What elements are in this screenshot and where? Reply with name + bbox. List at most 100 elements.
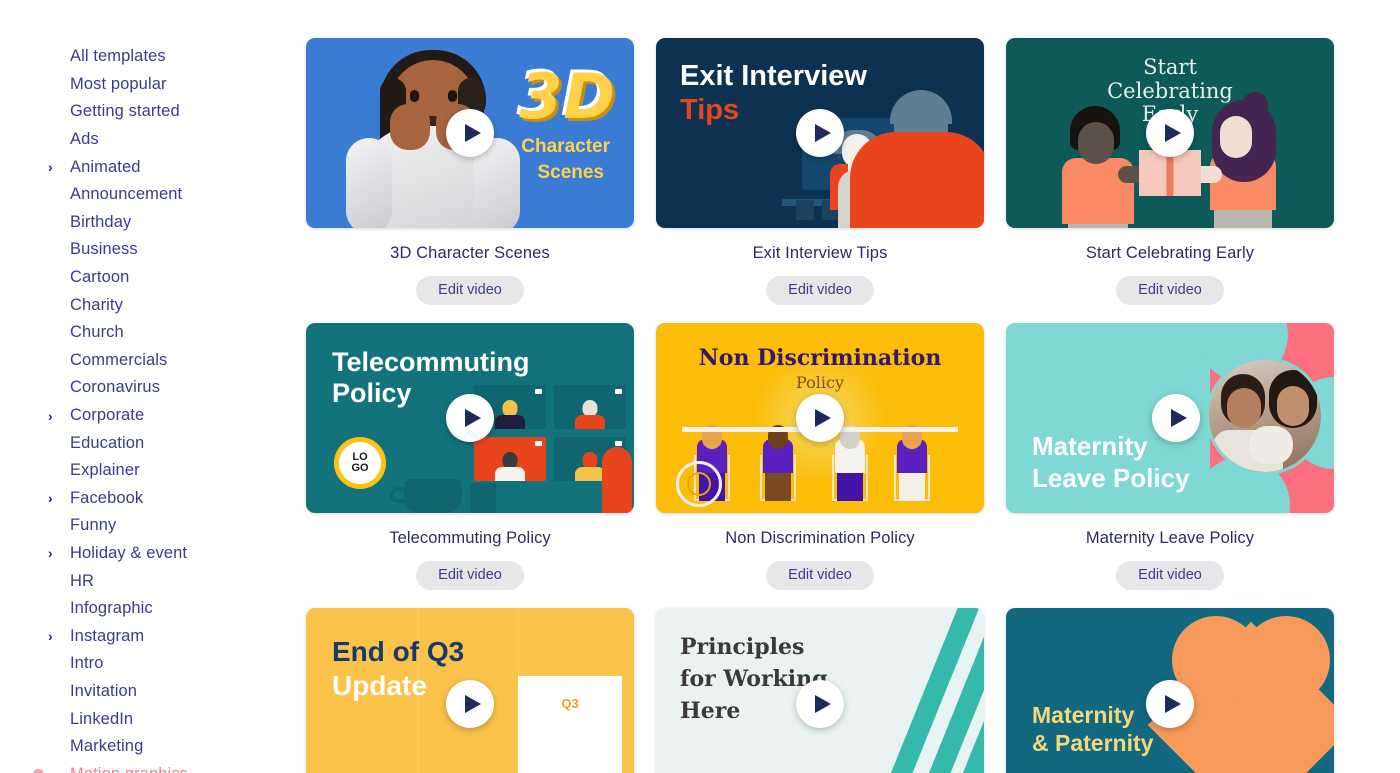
sidebar-item-label: Animated xyxy=(70,157,141,176)
camera-dot-icon xyxy=(535,441,542,446)
template-thumbnail-maternity-leave-policy[interactable]: Maternity Leave Policy xyxy=(1006,323,1334,513)
person-legs xyxy=(899,471,925,501)
play-icon[interactable] xyxy=(1152,394,1200,442)
template-thumbnail-start-celebrating-early[interactable]: Start Celebrating Early xyxy=(1006,38,1334,228)
play-icon[interactable] xyxy=(446,109,494,157)
thumb-line-3: Here xyxy=(680,698,741,724)
sidebar-item-intro[interactable]: Intro xyxy=(0,650,290,678)
sidebar-item-invitation[interactable]: Invitation xyxy=(0,678,290,706)
character-hand-left xyxy=(390,104,430,150)
wheelchair-hub xyxy=(687,472,711,496)
template-card: Q3 End of Q3 Update End of Q3 Update Edi… xyxy=(306,608,634,773)
play-icon[interactable] xyxy=(446,680,494,728)
sidebar-item-most-popular[interactable]: Most popular xyxy=(0,71,290,99)
photo-baby xyxy=(1249,426,1293,464)
document-panel xyxy=(518,676,622,773)
document-label: Q3 xyxy=(561,696,579,711)
sidebar-item-announcement[interactable]: Announcement xyxy=(0,181,290,209)
logo-badge-line-2: GO xyxy=(351,462,369,474)
sidebar-item-infographic[interactable]: Infographic xyxy=(0,595,290,623)
sidebar-item-church[interactable]: Church xyxy=(0,319,290,347)
sidebar-item-label: Invitation xyxy=(70,681,138,700)
call-tile-body xyxy=(575,467,605,481)
sidebar-item-label: Getting started xyxy=(70,102,180,121)
sidebar-item-explainer[interactable]: Explainer xyxy=(0,457,290,485)
chevron-right-icon[interactable]: › xyxy=(48,160,53,174)
sidebar-item-charity[interactable]: Charity xyxy=(0,291,290,319)
template-thumbnail-principles-for-working-here[interactable]: Principles for Working Here xyxy=(656,608,984,773)
sidebar-item-label: All templates xyxy=(70,47,166,66)
template-thumbnail-exit-interview-tips[interactable]: Exit Interview Tips xyxy=(656,38,984,228)
active-dot-icon xyxy=(33,768,44,773)
template-thumbnail-end-of-q3-update[interactable]: Q3 End of Q3 Update xyxy=(306,608,634,773)
edit-video-button[interactable]: Edit video xyxy=(766,561,874,590)
sidebar-item-label: Facebook xyxy=(70,488,144,507)
thumb-subline-1: Character xyxy=(521,136,610,157)
play-icon[interactable] xyxy=(1146,109,1194,157)
person-legs xyxy=(765,471,791,501)
sidebar-item-label: Announcement xyxy=(70,185,183,204)
sidebar-item-label: Education xyxy=(70,433,145,452)
play-icon[interactable] xyxy=(1146,680,1194,728)
sidebar-item-instagram[interactable]: › Instagram xyxy=(0,622,290,650)
sidebar-item-corporate[interactable]: › Corporate xyxy=(0,402,290,430)
sidebar-item-getting-started[interactable]: Getting started xyxy=(0,98,290,126)
logo-badge: LO GO xyxy=(334,437,386,489)
edit-button-wrap: Edit video xyxy=(656,561,984,590)
photo-parent-1-face xyxy=(1227,388,1261,428)
sidebar-item-business[interactable]: Business xyxy=(0,236,290,264)
interviewee-body xyxy=(850,132,984,228)
sidebar-item-funny[interactable]: Funny xyxy=(0,512,290,540)
play-icon[interactable] xyxy=(446,394,494,442)
sidebar-item-label: Corporate xyxy=(70,406,145,425)
template-thumbnail-telecommuting-policy[interactable]: Telecommuting Policy LO GO xyxy=(306,323,634,513)
sidebar-item-ads[interactable]: Ads xyxy=(0,126,290,154)
call-tile-body xyxy=(495,415,525,429)
template-grid-area: 3D Character Scenes 3D Character Scenes … xyxy=(290,0,1400,773)
sidebar-item-all-templates[interactable]: All templates xyxy=(0,43,290,71)
sidebar-item-motion-graphics[interactable]: Motion graphics xyxy=(0,760,290,773)
play-icon[interactable] xyxy=(796,680,844,728)
play-icon[interactable] xyxy=(796,394,844,442)
chevron-right-icon[interactable]: › xyxy=(48,629,53,643)
call-tile-body xyxy=(495,467,525,481)
sidebar-item-label: Explainer xyxy=(70,461,140,480)
sidebar-item-animated[interactable]: › Animated xyxy=(0,153,290,181)
template-grid: 3D Character Scenes 3D Character Scenes … xyxy=(306,38,1334,773)
edit-video-button[interactable]: Edit video xyxy=(416,561,524,590)
thumb-line-1: Principles xyxy=(680,634,805,660)
sidebar-item-hr[interactable]: HR xyxy=(0,567,290,595)
template-thumbnail-non-discrimination-policy[interactable]: Non Discrimination Policy xyxy=(656,323,984,513)
sidebar-item-label: Cartoon xyxy=(70,268,130,287)
sidebar-item-birthday[interactable]: Birthday xyxy=(0,209,290,237)
edit-video-button[interactable]: Edit video xyxy=(766,276,874,305)
edit-video-button[interactable]: Edit video xyxy=(1116,276,1224,305)
thumb-line-2: Policy xyxy=(332,378,412,408)
template-thumbnail-maternity-paternity[interactable]: Maternity & Paternity xyxy=(1006,608,1334,773)
template-thumbnail-3d-character-scenes[interactable]: 3D Character Scenes xyxy=(306,38,634,228)
thumb-line-2: Tips xyxy=(680,94,740,126)
chevron-right-icon[interactable]: › xyxy=(48,409,53,423)
sidebar-item-linkedin[interactable]: LinkedIn xyxy=(0,705,290,733)
sidebar-item-education[interactable]: Education xyxy=(0,429,290,457)
sidebar-item-cartoon[interactable]: Cartoon xyxy=(0,264,290,292)
sidebar-item-coronavirus[interactable]: Coronavirus xyxy=(0,374,290,402)
template-card: 3D Character Scenes 3D Character Scenes … xyxy=(306,38,634,305)
play-icon[interactable] xyxy=(796,109,844,157)
edit-video-button[interactable]: Edit video xyxy=(1116,561,1224,590)
sidebar-item-marketing[interactable]: Marketing xyxy=(0,733,290,761)
edit-video-button[interactable]: Edit video xyxy=(416,276,524,305)
template-card: Non Discrimination Policy Non Discrimina… xyxy=(656,323,984,590)
plant-shape xyxy=(796,200,814,220)
sidebar-item-commercials[interactable]: Commercials xyxy=(0,347,290,375)
chevron-right-icon[interactable]: › xyxy=(48,546,53,560)
sidebar-item-facebook[interactable]: › Facebook xyxy=(0,485,290,513)
template-card: Maternity & Paternity Maternity & Patern… xyxy=(1006,608,1334,773)
sidebar-item-label: Holiday & event xyxy=(70,543,188,562)
edit-button-wrap: Edit video xyxy=(656,276,984,305)
sidebar-item-holiday-event[interactable]: › Holiday & event xyxy=(0,540,290,568)
camera-dot-icon xyxy=(535,389,542,394)
character-eye-left xyxy=(410,90,419,102)
photo-parent-2-face xyxy=(1277,386,1309,426)
chevron-right-icon[interactable]: › xyxy=(48,491,53,505)
